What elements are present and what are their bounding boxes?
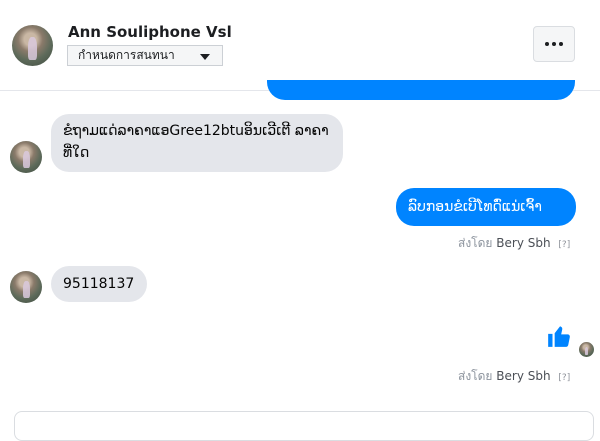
- sent-by-help[interactable]: [?]: [558, 373, 570, 383]
- conversation-header: Ann Souliphone Vsl กำหนดการสนทนา: [0, 0, 600, 91]
- outgoing-message-partial: [267, 80, 575, 100]
- message-text: ຂໍຖາມແດ່ລາຄາແອGree12btuອິນເວີເຕີ ລາຄາທີ່…: [63, 123, 329, 161]
- incoming-message: 95118137: [51, 266, 147, 302]
- conversation-settings-dropdown[interactable]: กำหนดการสนทนา: [67, 45, 223, 66]
- contact-avatar[interactable]: [12, 25, 53, 66]
- message-text: 95118137: [63, 276, 135, 292]
- caret-down-icon: [200, 54, 210, 60]
- sent-by-name[interactable]: Bery Sbh: [496, 236, 550, 250]
- incoming-message: ຂໍຖາມແດ່ລາຄາແອGree12btuອິນເວີເຕີ ລາຄາທີ່…: [51, 114, 343, 172]
- more-options-button[interactable]: [533, 26, 575, 62]
- sent-by-name[interactable]: Bery Sbh: [496, 369, 550, 383]
- sent-by-label: ส่งโดย Bery Sbh [?]: [458, 234, 570, 253]
- more-dots-icon: [545, 42, 549, 46]
- sent-by-label: ส่งโดย Bery Sbh [?]: [458, 367, 570, 386]
- sent-by-prefix: ส่งโดย: [458, 236, 493, 250]
- sent-by-help[interactable]: [?]: [558, 240, 570, 250]
- sent-by-prefix: ส่งโดย: [458, 369, 493, 383]
- contact-name[interactable]: Ann Souliphone Vsl: [68, 23, 232, 41]
- message-composer[interactable]: [14, 411, 594, 441]
- seen-avatar: [579, 342, 594, 357]
- conversation-settings-label: กำหนดการสนทนา: [78, 48, 175, 62]
- message-text: ລົບກອນຂໍເບີໂທດົ່ແນ່ເຈົ້າ: [408, 199, 542, 215]
- thumbs-up-icon: [548, 326, 570, 347]
- sender-avatar[interactable]: [10, 271, 42, 303]
- outgoing-message: ລົບກອນຂໍເບີໂທດົ່ແນ່ເຈົ້າ: [396, 188, 576, 226]
- sender-avatar[interactable]: [10, 141, 42, 173]
